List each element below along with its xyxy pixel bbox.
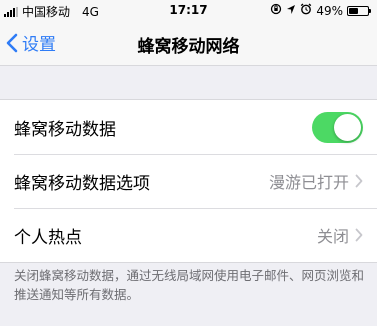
cellular-data-label: 蜂窝移动数据 xyxy=(14,119,116,140)
cellular-options-value: 漫游已打开 xyxy=(268,173,349,192)
location-icon xyxy=(286,4,296,19)
cellular-options-label: 蜂窝移动数据选项 xyxy=(14,173,150,194)
hotspot-value: 关闭 xyxy=(316,227,349,246)
chevron-right-icon xyxy=(355,174,363,188)
cellular-data-toggle[interactable] xyxy=(312,111,363,143)
cellular-options-row[interactable]: 蜂窝移动数据选项 漫游已打开 xyxy=(0,154,377,208)
status-right: 49% xyxy=(270,3,371,19)
battery-icon xyxy=(347,6,371,16)
navigation-bar: 设置 蜂窝移动网络 xyxy=(0,22,377,66)
battery-fill xyxy=(349,8,358,14)
toggle-knob xyxy=(334,113,361,141)
page-title: 蜂窝移动网络 xyxy=(137,37,240,57)
cellular-data-row: 蜂窝移动数据 xyxy=(0,100,377,154)
status-bar: 中国移动 4G 17:17 49% xyxy=(0,0,377,22)
cellular-data-footer-note: 关闭蜂窝移动数据，通过无线局域网使用电子邮件、网页浏览和推送通知等所有数据。 xyxy=(14,268,365,302)
portrait-lock-icon xyxy=(270,3,282,19)
hotspot-row[interactable]: 个人热点 关闭 xyxy=(0,208,377,262)
settings-group: 蜂窝移动数据 蜂窝移动数据选项 漫游已打开 个人热点 关闭 xyxy=(0,99,377,263)
chevron-right-icon xyxy=(355,228,363,242)
battery-percent: 49% xyxy=(316,4,343,18)
alarm-icon xyxy=(300,3,312,19)
hotspot-label: 个人热点 xyxy=(14,227,82,248)
